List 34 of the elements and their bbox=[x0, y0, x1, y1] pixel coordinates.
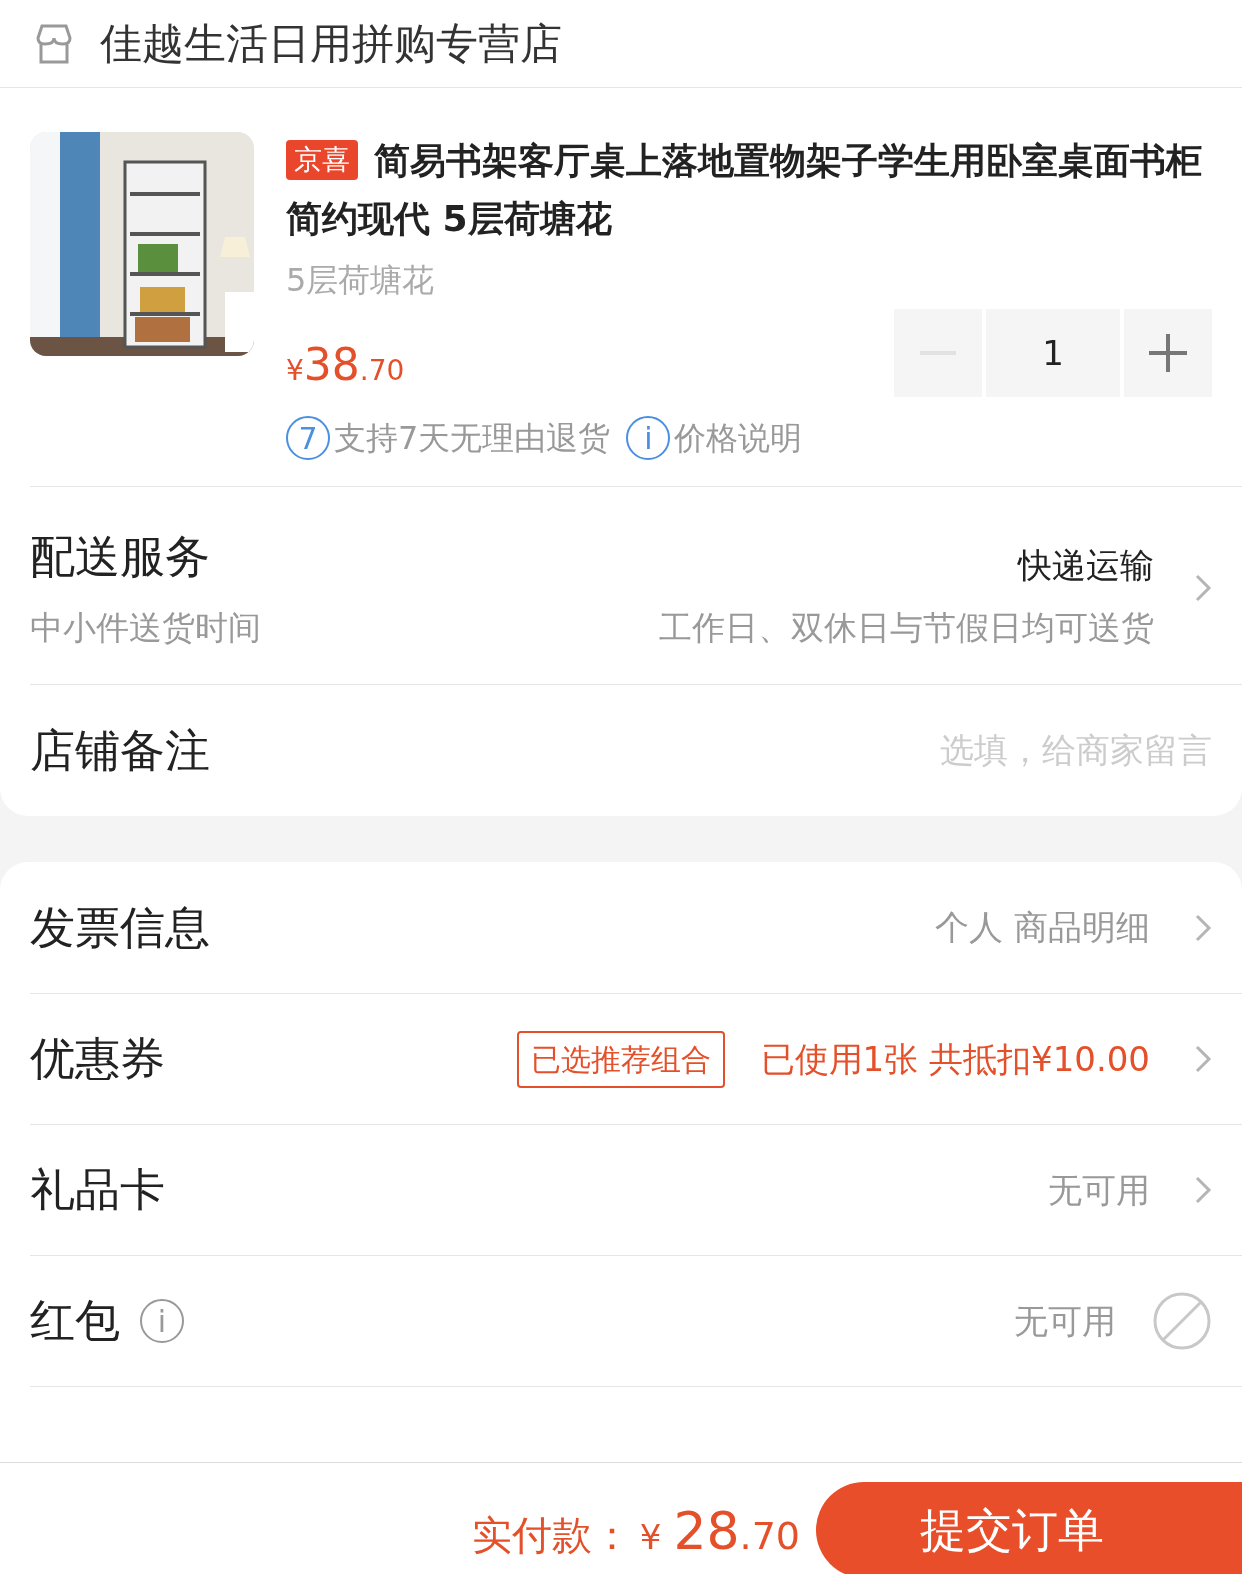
row-label: 礼品卡 bbox=[30, 1162, 165, 1219]
product-spec: 5层荷塘花 bbox=[286, 260, 436, 301]
note-label: 店铺备注 bbox=[30, 722, 210, 779]
info-icon: i bbox=[140, 1299, 184, 1343]
row-value: 无可用 bbox=[1048, 1168, 1150, 1212]
delivery-label: 配送服务 bbox=[30, 529, 210, 585]
delivery-value: 快递运输 bbox=[1018, 543, 1154, 587]
delivery-sublabel: 中小件送货时间 bbox=[30, 606, 261, 649]
service-note: 价格说明 bbox=[674, 418, 803, 459]
unavailable-icon bbox=[1152, 1291, 1212, 1351]
badge-icon: i bbox=[626, 416, 671, 460]
store-name: 佳越生活日用拼购专营店 bbox=[100, 18, 562, 70]
service-note: 支持7天无理由退货 bbox=[334, 418, 611, 459]
badge-icon: 7 bbox=[286, 416, 330, 460]
delivery-subvalue: 工作日、双休日与节假日均可送货 bbox=[659, 606, 1154, 649]
row-label: 发票信息 bbox=[30, 899, 210, 956]
total-amount: 实付款： ¥ 28.70 bbox=[471, 1500, 800, 1563]
row-value: 个人 商品明细 bbox=[935, 906, 1150, 949]
plus-icon bbox=[1149, 334, 1187, 372]
chevron-right-icon bbox=[1194, 1175, 1212, 1205]
quantity-field[interactable]: 1 bbox=[986, 309, 1120, 397]
submit-order-button[interactable]: 提交订单 bbox=[816, 1482, 1242, 1574]
chevron-right-icon bbox=[1194, 912, 1212, 943]
row-value: 无可用 bbox=[1014, 1299, 1116, 1343]
chevron-right-icon bbox=[1194, 572, 1212, 603]
product-title: 京喜 简易书架客厅桌上落地置物架子学生用卧室桌面书柜简约现代 5层荷塘花 bbox=[286, 139, 1203, 241]
recommended-tag: 已选推荐组合 bbox=[516, 1030, 725, 1088]
chevron-right-icon bbox=[1194, 1044, 1212, 1074]
row-value: 已使用1张 共抵扣¥10.00 bbox=[760, 1037, 1150, 1081]
product-price: ¥38.70 bbox=[286, 338, 405, 392]
row-label: 优惠券 bbox=[30, 1031, 165, 1088]
increment-button[interactable] bbox=[1124, 309, 1212, 397]
row-label: 红包 bbox=[30, 1293, 120, 1350]
jingxi-tag: 京喜 bbox=[286, 140, 358, 180]
